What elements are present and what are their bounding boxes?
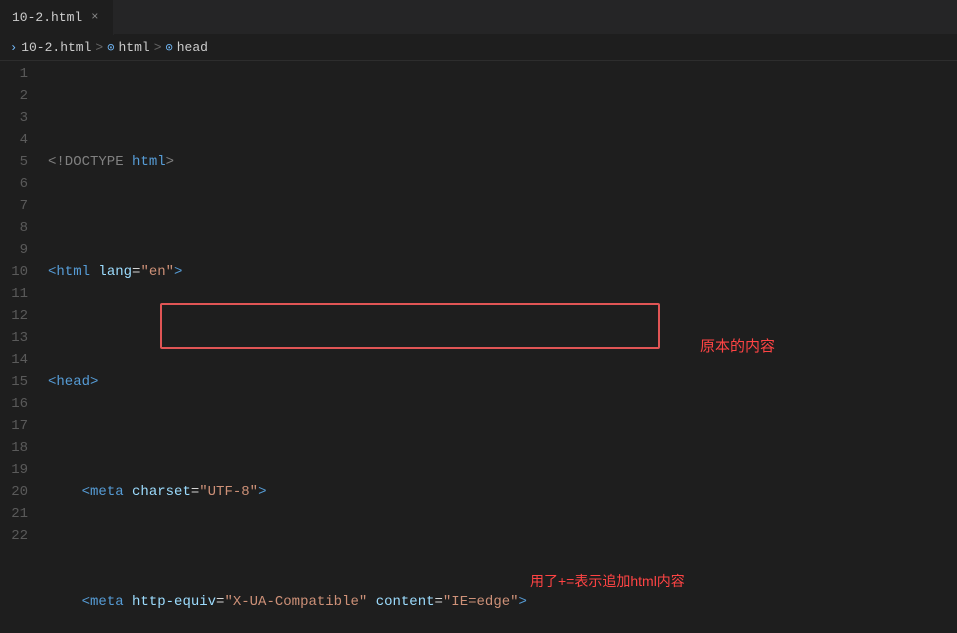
breadcrumb-sep-1: > xyxy=(95,40,103,55)
tab-bar: 10-2.html × xyxy=(0,0,957,35)
ln-22: 22 xyxy=(8,525,28,547)
annotation-plus-eq: 用了+=表示追加html内容 原值不会变 xyxy=(530,526,685,633)
ln-12: 12 xyxy=(8,305,28,327)
code-line-1: <!DOCTYPE html> xyxy=(44,151,957,173)
ln-13: 13 xyxy=(8,327,28,349)
tab-file[interactable]: 10-2.html × xyxy=(0,0,114,35)
ln-11: 11 xyxy=(8,283,28,305)
code-line-2: <html lang="en"> xyxy=(44,261,957,283)
ln-15: 15 xyxy=(8,371,28,393)
ln-21: 21 xyxy=(8,503,28,525)
ln-16: 16 xyxy=(8,393,28,415)
red-box-annotation xyxy=(160,303,660,349)
ln-19: 19 xyxy=(8,459,28,481)
line-numbers: 1 2 3 4 5 6 7 8 9 10 11 12 13 14 15 16 1… xyxy=(0,61,40,633)
annotation-plus-eq-line1: 用了+=表示追加html内容 xyxy=(530,570,685,592)
ln-5: 5 xyxy=(8,151,28,173)
ln-2: 2 xyxy=(8,85,28,107)
ln-9: 9 xyxy=(8,239,28,261)
ln-20: 20 xyxy=(8,481,28,503)
ln-8: 8 xyxy=(8,217,28,239)
ln-18: 18 xyxy=(8,437,28,459)
ln-4: 4 xyxy=(8,129,28,151)
ln-10: 10 xyxy=(8,261,28,283)
breadcrumb: › 10-2.html > ⊙ html > ⊙ head xyxy=(0,35,957,61)
code-line-4: <meta charset="UTF-8"> xyxy=(44,481,957,503)
breadcrumb-head[interactable]: head xyxy=(177,40,208,55)
html-icon: ⊙ xyxy=(107,40,114,55)
code-line-3: <head> xyxy=(44,371,957,393)
ln-6: 6 xyxy=(8,173,28,195)
ln-3: 3 xyxy=(8,107,28,129)
breadcrumb-file[interactable]: 10-2.html xyxy=(21,40,91,55)
code-line-5: <meta http-equiv="X-UA-Compatible" conte… xyxy=(44,591,957,613)
ln-14: 14 xyxy=(8,349,28,371)
ln-7: 7 xyxy=(8,195,28,217)
editor: 1 2 3 4 5 6 7 8 9 10 11 12 13 14 15 16 1… xyxy=(0,61,957,633)
code-area[interactable]: <!DOCTYPE html> <html lang="en"> <head> … xyxy=(40,61,957,633)
head-icon: ⊙ xyxy=(166,40,173,55)
breadcrumb-html[interactable]: html xyxy=(118,40,149,55)
breadcrumb-sep-2: > xyxy=(154,40,162,55)
ln-1: 1 xyxy=(8,63,28,85)
file-icon: › xyxy=(10,41,17,55)
doctype: <!DOCTYPE xyxy=(48,151,132,173)
tab-label: 10-2.html xyxy=(12,10,82,25)
tab-close-button[interactable]: × xyxy=(88,8,101,26)
ln-17: 17 xyxy=(8,415,28,437)
